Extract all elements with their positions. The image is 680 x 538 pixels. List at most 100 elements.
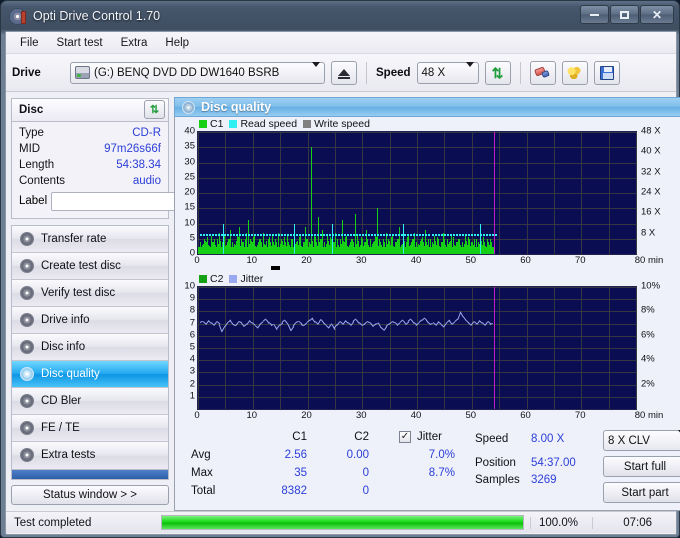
x-axis-tick-label: 30 [355,255,367,266]
disc-row-mid: MID 97m26s66f [19,142,161,157]
drive-icon [75,66,90,79]
disc-refresh-button[interactable]: ⇅ [144,100,165,120]
x-axis-tick-label: 40 [410,255,422,266]
refresh-icon: ⇅ [149,104,160,117]
stats-col-c1: C1 [292,431,307,443]
read-speed-point [338,233,341,236]
y2-axis-tick-label: 32 X [641,166,661,178]
read-speed-point [323,233,326,236]
read-speed-point [262,233,265,236]
y-axis-tick-label: 5 [189,232,195,244]
disc-length-value: 54:38.34 [116,159,161,172]
stats-col-jitter: Jitter [417,431,442,443]
refresh-button[interactable]: ⇅ [484,60,511,85]
sidebar: Disc ⇅ Type CD-R MID 97m26s66f Length 54… [6,92,254,511]
read-speed-point [452,233,455,236]
menu-item-help[interactable]: Help [157,34,197,52]
readout-spacer [475,447,593,454]
chart-bottom-plot[interactable] [197,286,637,410]
y-axis-tick-label: 30 [184,156,195,167]
menu-item-extra[interactable]: Extra [113,34,156,52]
read-speed-point [461,233,464,236]
eject-button[interactable] [331,60,357,85]
read-speed-point [217,233,220,236]
read-speed-point [199,233,202,236]
disc-row-contents: Contents audio [19,174,161,189]
y-axis-tick-label: 15 [184,201,195,213]
eraser-icon [534,66,550,79]
read-speed-point [371,233,374,236]
read-speed-point [494,233,497,236]
sidebar-item-label: Extra tests [41,449,96,462]
read-speed-point [286,233,289,236]
stats-row-label: Max [191,467,213,479]
read-speed-point [299,233,301,236]
stats-avg-c1: 2.56 [284,449,307,461]
minimize-button[interactable] [580,5,609,24]
stats-total-c2: 0 [362,485,369,497]
chart-top-plot[interactable] [197,131,637,255]
read-speed-point [368,233,371,236]
readout-speed-value: 8.00 X [531,432,565,445]
stats-row-total: Total 8382 0 [191,482,475,500]
stats-max-c1: 35 [294,467,307,479]
y2-axis-tick-label: 16 X [641,206,661,218]
stats-total-c1: 8382 [281,485,307,497]
legend-label: C2 [210,273,224,285]
start-part-button[interactable]: Start part [603,482,680,503]
read-speed-point [467,233,470,236]
y-axis-tick-label: 4 [189,353,195,365]
erase-button[interactable] [529,60,556,85]
sidebar-item-extra-tests[interactable]: Extra tests [12,441,168,469]
sidebar-item-verify-test-disc[interactable]: Verify test disc [12,279,168,307]
speed-select[interactable]: 48 X [416,61,479,84]
start-full-button[interactable]: Start full [603,456,680,477]
read-speed-point [488,233,491,236]
read-speed-point [362,233,365,236]
sidebar-item-disc-info[interactable]: Disc info [12,333,168,361]
read-speed-point [250,233,253,236]
status-window-button[interactable]: Status window > > [11,484,169,505]
stats-avg-c2: 0.00 [346,449,369,461]
drive-select[interactable]: (G:) BENQ DVD DD DW1640 BSRB [70,61,325,84]
grid-line-horizontal [198,299,636,301]
read-speed-spike [332,223,334,254]
disc-test-icon [20,339,34,354]
legend-c1: C1 [199,118,223,130]
y2-axis-tick-label: 48 X [641,125,661,137]
bookmarks-button[interactable] [561,60,588,85]
write-mode-select[interactable]: 8 X CLV [603,429,680,451]
read-speed-point [365,233,368,236]
sidebar-item-fe-te[interactable]: FE / TE [12,414,168,442]
read-speed-point [256,233,259,236]
read-speed-point [422,233,425,236]
progress-bar [161,515,524,530]
page-title: Disc quality [201,100,272,114]
grid-line-horizontal [198,396,636,398]
disc-label-row: Label [19,191,254,212]
read-speed-point [389,233,392,236]
disc-test-icon [20,312,34,327]
menu-item-file[interactable]: File [12,34,47,52]
sidebar-item-disc-quality[interactable]: Disc quality [12,360,168,388]
jitter-checkbox[interactable]: ✓ [399,431,411,443]
sidebar-item-cd-bler[interactable]: CD Bler [12,387,168,415]
read-speed-point [235,233,238,236]
save-button[interactable] [593,60,620,85]
disc-test-icon [20,366,34,381]
read-speed-point [305,233,308,236]
menu-item-start-test[interactable]: Start test [49,34,111,52]
close-button[interactable]: ✕ [640,5,674,24]
window-controls: ✕ [580,5,674,24]
legend-label: Jitter [240,273,264,285]
read-speed-point [208,233,211,236]
sidebar-item-transfer-rate[interactable]: Transfer rate [12,225,168,253]
sidebar-item-drive-info[interactable]: Drive info [12,306,168,334]
refresh-icon: ⇅ [491,64,504,81]
sidebar-item-create-test-disc[interactable]: Create test disc [12,252,168,280]
resize-grip-icon[interactable] [662,512,676,533]
maximize-button[interactable] [610,5,639,24]
disc-test-icon [20,231,34,246]
position-marker [493,132,495,254]
read-speed-point [356,233,359,236]
